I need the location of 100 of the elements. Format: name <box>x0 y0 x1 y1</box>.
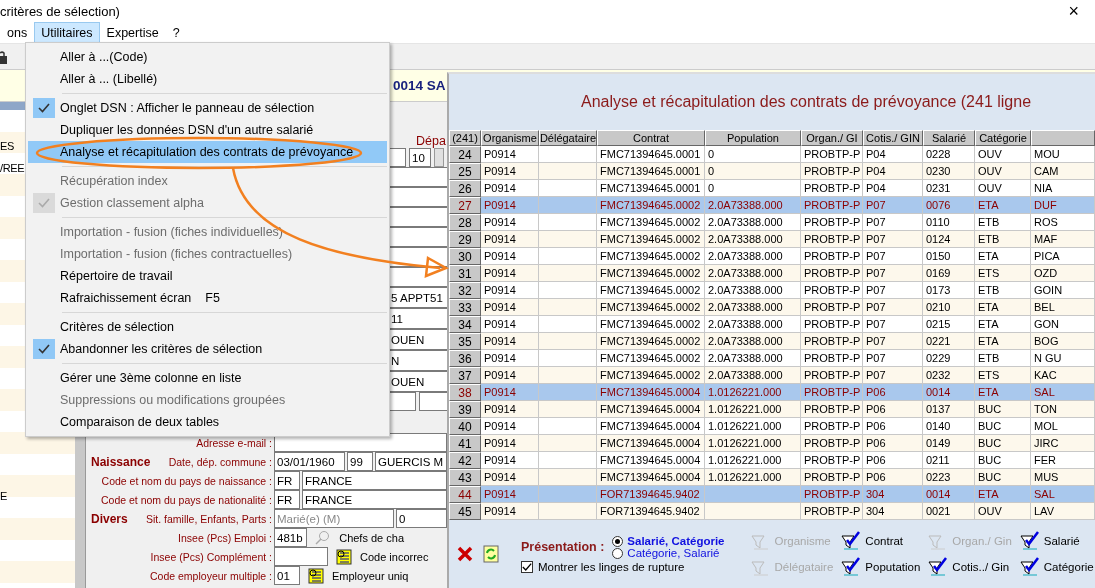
column-header[interactable]: Cotis./ GIN <box>863 130 923 146</box>
close-icon[interactable] <box>457 544 473 564</box>
input-field[interactable]: FRANCE <box>302 490 447 509</box>
filter-toggle[interactable]: Salarié <box>1019 530 1094 552</box>
input-field[interactable]: N <box>388 350 447 371</box>
lookup-label: Chefs de cha <box>339 531 404 544</box>
column-header[interactable]: Organisme <box>481 130 539 146</box>
table-row[interactable]: 38 P0914 FMC71394645.0004 1.0126221.000 PROBTP-P P06 0014 ETA SAL <box>449 384 1095 401</box>
menu-item[interactable]: Aller à ...(Code) <box>28 46 387 68</box>
row-number: 33 <box>449 299 481 316</box>
table-row[interactable]: 35 P0914 FMC71394645.0002 2.0A73388.000 PROBTP-P P07 0221 ETA BOG <box>449 333 1095 350</box>
column-header[interactable]: Contrat <box>597 130 705 146</box>
section-label: Divers <box>91 511 128 526</box>
filter-toggle[interactable]: Poputation <box>841 556 921 578</box>
table-row[interactable]: 41 P0914 FMC71394645.0004 1.0126221.000 PROBTP-P P06 0149 BUC JIRC <box>449 435 1095 452</box>
table-row[interactable]: 30 P0914 FMC71394645.0002 2.0A73388.000 PROBTP-P P07 0150 ETA PICA <box>449 248 1095 265</box>
list-item[interactable]: /REE <box>0 162 25 174</box>
column-header[interactable]: Délégataire <box>539 130 597 146</box>
input-field[interactable]: 11 <box>388 308 447 329</box>
refresh-icon[interactable] <box>483 544 499 564</box>
input-field[interactable]: 03/01/1960 <box>274 452 345 471</box>
radio-option[interactable]: Catégorie, Salarié <box>612 547 725 559</box>
table-row[interactable]: 40 P0914 FMC71394645.0004 1.0126221.000 PROBTP-P P06 0140 BUC MOL <box>449 418 1095 435</box>
row-number: 30 <box>449 248 481 265</box>
table-row[interactable]: 26 P0914 FMC71394645.0001 0 PROBTP-P P04 0231 OUV NIA <box>449 180 1095 197</box>
menu-item[interactable]: Analyse et récapitulation des contrats de prévoyance <box>28 141 387 163</box>
lock-icon[interactable] <box>0 48 7 65</box>
menu-title[interactable]: Expertise <box>99 22 166 43</box>
input-field[interactable]: OUEN <box>388 371 447 392</box>
table-row[interactable]: 37 P0914 FMC71394645.0002 2.0A73388.000 PROBTP-P P07 0232 ETS KAC <box>449 367 1095 384</box>
checkbox-icon <box>521 561 533 573</box>
table-row[interactable]: 24 P0914 FMC71394645.0001 0 PROBTP-P P04 0228 OUV MOU <box>449 146 1095 163</box>
input-field[interactable]: OUEN <box>388 329 447 350</box>
table-cell: 0021 <box>923 503 975 520</box>
menu-item[interactable]: Comparaison de deux tables <box>28 411 387 433</box>
spinner-control[interactable] <box>434 148 444 167</box>
menu-item[interactable]: Gérer une 3ème colonne en liste <box>28 367 387 389</box>
input-field[interactable]: 01 <box>274 566 300 585</box>
menu-item[interactable]: Rafraichissement écran F5 <box>28 287 387 309</box>
menu-title[interactable]: ? <box>165 22 187 43</box>
row-number: 45 <box>449 503 481 520</box>
row-number: 24 <box>449 146 481 163</box>
table-row[interactable]: 34 P0914 FMC71394645.0002 2.0A73388.000 PROBTP-P P07 0215 ETA GON <box>449 316 1095 333</box>
row-number: 26 <box>449 180 481 197</box>
input-field[interactable]: 5 APPT51 <box>388 287 447 308</box>
list-search-icon[interactable] <box>308 567 324 584</box>
input-field[interactable] <box>274 547 328 566</box>
table-row[interactable]: 43 P0914 FMC71394645.0004 1.0126221.000 PROBTP-P P06 0223 BUC MUS <box>449 469 1095 486</box>
table-row[interactable]: 45 P0914 FOR71394645.9402 PROBTP-P 304 0021 OUV LAV <box>449 503 1095 520</box>
lookup-label: Code incorrec <box>360 550 429 563</box>
menu-item[interactable]: Répertoire de travail <box>28 265 387 287</box>
table-row[interactable]: 29 P0914 FMC71394645.0002 2.0A73388.000 PROBTP-P P07 0124 ETB MAF <box>449 231 1095 248</box>
column-header[interactable]: Salarié <box>923 130 975 146</box>
table-row[interactable]: 25 P0914 FMC71394645.0001 0 PROBTP-P P04 0230 OUV CAM <box>449 163 1095 180</box>
row-number: 41 <box>449 435 481 452</box>
list-item[interactable]: ES <box>0 140 14 152</box>
menu-item[interactable]: Aller à ... (Libellé) <box>28 68 387 90</box>
row-number: 42 <box>449 452 481 469</box>
menu-item[interactable]: Onglet DSN : Afficher le panneau de sélection <box>28 97 387 119</box>
menu-title[interactable]: ons <box>0 22 35 43</box>
radio-option[interactable]: Salarié, Catégorie <box>612 535 725 547</box>
column-header[interactable]: Organ./ GI <box>801 130 863 146</box>
table-row[interactable]: 27 P0914 FMC71394645.0002 2.0A73388.000 PROBTP-P P07 0076 ETA DUF <box>449 197 1095 214</box>
menu-title[interactable]: Utilitaires <box>34 22 100 43</box>
input-field[interactable]: 10 <box>409 148 431 167</box>
table-row[interactable]: 44 P0914 FOR71394645.9402 PROBTP-P 304 0014 ETA SAL <box>449 486 1095 503</box>
input-field[interactable]: 0 <box>396 509 447 528</box>
input-field[interactable]: FR <box>274 471 300 490</box>
input-field[interactable]: 99 <box>347 452 373 471</box>
menu-item[interactable]: Critères de sélection <box>28 316 387 338</box>
column-header[interactable]: (241) <box>449 130 481 146</box>
list-search-icon[interactable] <box>336 548 352 565</box>
funnel-check-icon <box>841 531 862 551</box>
input-field[interactable]: FRANCE <box>302 471 447 490</box>
table-row[interactable]: 42 P0914 FMC71394645.0004 1.0126221.000 PROBTP-P P06 0211 BUC FER <box>449 452 1095 469</box>
column-header[interactable]: Catégorie <box>975 130 1031 146</box>
list-item[interactable]: E <box>0 490 7 502</box>
table-row[interactable]: 36 P0914 FMC71394645.0002 2.0A73388.000 PROBTP-P P07 0229 ETB N GU <box>449 350 1095 367</box>
input-field[interactable]: GUERCIS M <box>375 452 447 471</box>
menu-item[interactable]: Abandonner les critères de sélection <box>28 338 387 360</box>
menu-item[interactable]: Dupliquer les données DSN d'un autre salarié <box>28 119 387 141</box>
row-number: 28 <box>449 214 481 231</box>
filter-toggle[interactable]: Catégorie <box>1019 556 1094 578</box>
input-field[interactable]: 481b <box>274 528 308 547</box>
filter-toggle[interactable]: Cotis../ Gin <box>928 556 1012 578</box>
close-button[interactable]: × <box>1064 0 1083 22</box>
row-number: 40 <box>449 418 481 435</box>
column-header[interactable]: Population <box>705 130 801 146</box>
table-row[interactable]: 31 P0914 FMC71394645.0002 2.0A73388.000 PROBTP-P P07 0169 ETS OZD <box>449 265 1095 282</box>
input-field[interactable] <box>388 392 416 411</box>
row-number: 31 <box>449 265 481 282</box>
row-number: 32 <box>449 282 481 299</box>
filter-toggle[interactable]: Contrat <box>841 530 921 552</box>
column-header[interactable] <box>1031 130 1095 146</box>
input-field[interactable]: FR <box>274 490 300 509</box>
table-row[interactable]: 39 P0914 FMC71394645.0004 1.0126221.000 PROBTP-P P06 0137 BUC TON <box>449 401 1095 418</box>
rupture-checkbox[interactable]: Montrer les linges de rupture <box>521 561 725 573</box>
table-row[interactable]: 28 P0914 FMC71394645.0002 2.0A73388.000 PROBTP-P P07 0110 ETB ROS <box>449 214 1095 231</box>
table-row[interactable]: 33 P0914 FMC71394645.0002 2.0A73388.000 PROBTP-P P07 0210 ETA BEL <box>449 299 1095 316</box>
table-row[interactable]: 32 P0914 FMC71394645.0002 2.0A73388.000 PROBTP-P P07 0173 ETB GOIN <box>449 282 1095 299</box>
